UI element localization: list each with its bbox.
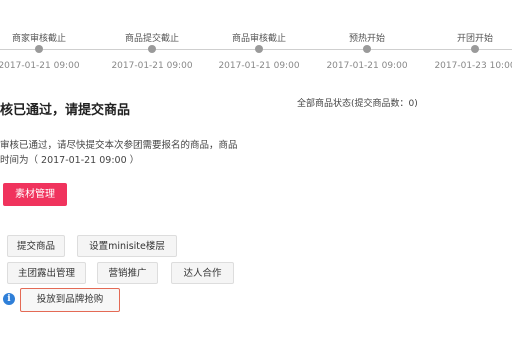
status-description-line: 时间为（ 2017-01-21 09:00 ） [0, 155, 140, 166]
goods-status-summary: 全部商品状态(提交商品数：0) [297, 99, 418, 109]
timeline-step-date: 2017-01-21 09:00 [218, 61, 300, 71]
info-icon: i [3, 293, 15, 305]
timeline-step-label: 预热开始 [348, 34, 385, 44]
timeline-step-date: 2017-01-21 09:00 [0, 61, 80, 71]
timeline-step-label: 商家审核截止 [11, 34, 66, 44]
timeline-dot [255, 45, 263, 53]
timeline-dot [35, 45, 43, 53]
minisite-floor-button[interactable]: 设置minisite楼层 [77, 235, 177, 257]
timeline-step-date: 2017-01-23 10:00 [434, 61, 512, 71]
marketing-promotion-button[interactable]: 营销推广 [97, 262, 158, 284]
timeline-dot [363, 45, 371, 53]
timeline-dot [148, 45, 156, 53]
timeline-step-label: 商品提交截止 [124, 34, 179, 44]
timeline-step-label: 商品审核截止 [231, 34, 286, 44]
material-management-button[interactable]: 素材管理 [3, 183, 67, 206]
status-description: 审核已通过，请尽快提交本次参团需要报名的商品，商品 时间为（ 2017-01-2… [0, 138, 250, 168]
influencer-cooperation-button[interactable]: 达人合作 [171, 262, 234, 284]
brand-flash-sale-button[interactable]: 投放到品牌抢购 [20, 288, 120, 312]
timeline-step-label: 开团开始 [456, 34, 493, 44]
timeline-step-date: 2017-01-21 09:00 [326, 61, 408, 71]
timeline-step-date: 2017-01-21 09:00 [111, 61, 193, 71]
status-title: 核已通过，请提交商品 [0, 103, 131, 118]
submit-goods-button[interactable]: 提交商品 [7, 235, 65, 257]
page: 商家审核截止 2017-01-21 09:00 商品提交截止 2017-01-2… [0, 0, 512, 340]
timeline-dot [471, 45, 479, 53]
main-exposure-management-button[interactable]: 主团露出管理 [7, 262, 86, 284]
status-description-line: 审核已通过，请尽快提交本次参团需要报名的商品，商品 [0, 140, 238, 151]
